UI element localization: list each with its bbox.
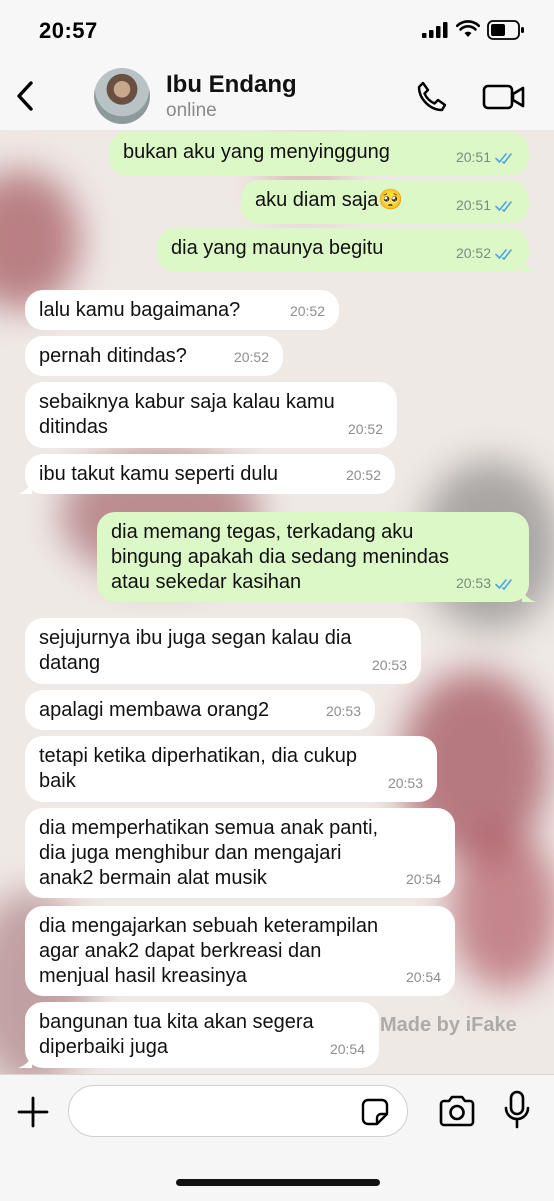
message-meta: 20:54 (406, 867, 441, 892)
contact-avatar[interactable] (94, 68, 150, 124)
message-text: sebaiknya kabur saja kalau kamu ditindas (39, 391, 335, 438)
message-text: sejujurnya ibu juga segan kalau dia data… (39, 627, 352, 674)
contact-name[interactable]: Ibu Endang (166, 71, 297, 99)
wifi-icon (456, 20, 480, 37)
incoming-message-bubble[interactable]: tetapi ketika diperhatikan, dia cukup ba… (25, 736, 437, 802)
back-chevron-icon[interactable] (12, 78, 38, 114)
message-text: apalagi membawa orang2 (39, 699, 270, 721)
message-text: lalu kamu bagaimana? (39, 299, 241, 321)
message-time: 20:52 (345, 467, 381, 483)
battery-icon (487, 20, 524, 40)
message-time: 20:54 (405, 969, 441, 985)
message-time: 20:52 (347, 421, 383, 437)
read-receipt-double-check-icon (495, 578, 512, 590)
message-time: 20:52 (289, 303, 325, 319)
message-meta: 20:52 (234, 345, 269, 370)
sticker-icon[interactable] (360, 1097, 390, 1127)
message-time: 20:52 (233, 349, 269, 365)
chat-area[interactable]: bukan aku yang menyinggung 20:51 aku diam … (0, 130, 554, 1074)
outgoing-message-bubble[interactable]: bukan aku yang menyinggung 20:51 (109, 132, 529, 176)
message-meta: 20:53 (456, 571, 515, 596)
contact-status: online (166, 100, 217, 121)
read-receipt-double-check-icon (495, 152, 512, 164)
message-time: 20:53 (371, 657, 407, 673)
incoming-message-bubble[interactable]: dia memperhatikan semua anak panti, dia … (25, 808, 455, 898)
status-bar: 20:57 (0, 0, 554, 64)
incoming-message-bubble[interactable]: ibu takut kamu seperti dulu 20:52 (18, 454, 395, 494)
message-time: 20:54 (405, 871, 441, 887)
read-receipt-double-check-icon (495, 248, 512, 260)
phone-call-icon[interactable] (414, 80, 450, 114)
incoming-message-bubble[interactable]: lalu kamu bagaimana? 20:52 (25, 290, 339, 330)
message-text: dia memang tegas, terkadang aku bingung … (111, 521, 450, 593)
microphone-icon[interactable] (503, 1090, 531, 1130)
home-indicator (176, 1179, 380, 1186)
wallpaper-blob (450, 830, 554, 990)
bubble-tail (522, 588, 536, 602)
camera-icon[interactable] (438, 1095, 476, 1127)
outgoing-message-bubble[interactable]: dia memang tegas, terkadang aku bingung … (97, 512, 536, 602)
wallpaper-blob (0, 170, 80, 310)
message-text: tetapi ketika diperhatikan, dia cukup ba… (39, 745, 357, 792)
plus-icon[interactable] (16, 1095, 50, 1129)
read-receipt-double-check-icon (495, 200, 512, 212)
bubble-tail (18, 1054, 32, 1068)
cellular-signal-icon (422, 22, 448, 38)
incoming-message-bubble[interactable]: sebaiknya kabur saja kalau kamu ditindas… (25, 382, 397, 448)
bubble-tail (522, 258, 536, 272)
message-time: 20:54 (329, 1041, 365, 1057)
message-text: bangunan tua kita akan segera diperbaiki… (39, 1011, 314, 1058)
message-time: 20:52 (455, 245, 491, 261)
message-time: 20:51 (455, 197, 491, 213)
incoming-message-bubble[interactable]: apalagi membawa orang2 20:53 (25, 690, 375, 730)
message-time: 20:53 (325, 703, 361, 719)
incoming-message-bubble[interactable]: pernah ditindas? 20:52 (25, 336, 283, 376)
message-meta: 20:53 (326, 699, 361, 724)
outgoing-message-bubble[interactable]: dia yang maunya begitu 20:52 (157, 228, 536, 272)
message-time: 20:51 (455, 149, 491, 165)
incoming-message-bubble[interactable]: dia mengajarkan sebuah keterampilan agar… (25, 906, 455, 996)
input-bar (0, 1074, 554, 1201)
message-meta: 20:52 (346, 463, 381, 488)
message-meta: 20:51 (456, 145, 515, 170)
message-meta: 20:54 (406, 965, 441, 990)
message-meta: 20:54 (330, 1037, 365, 1062)
status-time: 20:57 (39, 18, 98, 43)
video-call-icon[interactable] (482, 82, 526, 112)
message-text: ibu takut kamu seperti dulu (39, 463, 279, 485)
outgoing-message-bubble[interactable]: aku diam saja🥺 20:51 (241, 180, 529, 224)
message-text: dia memperhatikan semua anak panti, dia … (39, 817, 379, 889)
message-time: 20:53 (387, 775, 423, 791)
message-meta: 20:53 (388, 771, 423, 796)
message-meta: 20:52 (456, 241, 515, 266)
message-meta: 20:51 (456, 193, 515, 218)
message-time: 20:53 (455, 575, 491, 591)
message-input[interactable] (68, 1085, 408, 1137)
bubble-tail (18, 480, 32, 494)
message-meta: 20:52 (290, 299, 325, 324)
incoming-message-bubble[interactable]: sejujurnya ibu juga segan kalau dia data… (25, 618, 421, 684)
message-meta: 20:52 (348, 417, 383, 442)
message-text: dia mengajarkan sebuah keterampilan agar… (39, 915, 379, 987)
message-meta: 20:53 (372, 653, 407, 678)
watermark-text: Made by iFake (380, 1014, 517, 1036)
chat-header: Ibu Endang online (0, 64, 554, 131)
incoming-message-bubble[interactable]: bangunan tua kita akan segera diperbaiki… (18, 1002, 379, 1068)
